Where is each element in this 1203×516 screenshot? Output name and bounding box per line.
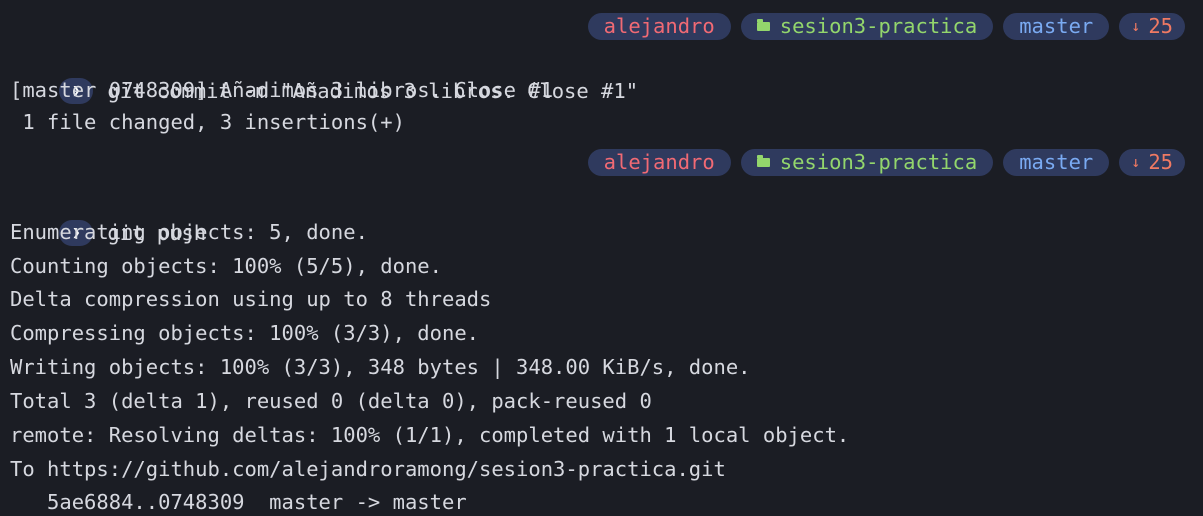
directory-segment: sesion3-practica <box>740 12 994 40</box>
behind-segment: ↓ 25 <box>1119 12 1185 40</box>
arrow-down-icon: ↓ <box>1131 16 1141 35</box>
output-line: 1 file changed, 3 insertions(+) <box>10 110 405 134</box>
directory-label: sesion3-practica <box>779 149 978 174</box>
branch-segment: master <box>1003 148 1110 176</box>
output-line: Compressing objects: 100% (3/3), done. <box>10 321 479 345</box>
folder-icon <box>756 18 770 31</box>
branch-label: master <box>1019 149 1094 174</box>
output-line: Counting objects: 100% (5/5), done. <box>10 254 442 278</box>
arrow-down-icon: ↓ <box>1131 152 1141 171</box>
output-line: Total 3 (delta 1), reused 0 (delta 0), p… <box>10 389 652 413</box>
behind-count: 25 <box>1148 149 1173 174</box>
output-line: 5ae6884..0748309 master -> master <box>10 490 467 514</box>
output-line: remote: Resolving deltas: 100% (1/1), co… <box>10 423 850 447</box>
behind-count: 25 <box>1148 13 1173 38</box>
user-label: alejandro <box>603 13 715 38</box>
prompt-status-bar: alejandro sesion3-practica master ↓ 25 <box>0 146 1203 178</box>
command-line: ❯ git commit -m "Añadimos 3 libros. Close… <box>0 42 1203 104</box>
output-line: Enumerating objects: 5, done. <box>10 220 368 244</box>
folder-icon <box>756 154 770 167</box>
output-line: To https://github.com/alejandroramong/se… <box>10 457 726 481</box>
branch-segment: master <box>1003 12 1110 40</box>
user-label: alejandro <box>603 149 715 174</box>
output-line: Delta compression using up to 8 threads <box>10 287 492 311</box>
terminal-window[interactable]: alejandro sesion3-practica master ↓ 25 ❯… <box>0 0 1203 516</box>
behind-segment: ↓ 25 <box>1119 148 1185 176</box>
output-line: [master 0748309] Añadimos 3 libros. Clos… <box>10 78 554 102</box>
user-segment: alejandro <box>587 148 731 176</box>
output-line: Writing objects: 100% (3/3), 348 bytes |… <box>10 355 751 379</box>
directory-label: sesion3-practica <box>779 13 978 38</box>
branch-label: master <box>1019 13 1094 38</box>
command-line: ❯ git push <box>0 184 1203 246</box>
user-segment: alejandro <box>587 12 731 40</box>
directory-segment: sesion3-practica <box>740 148 994 176</box>
prompt-status-bar: alejandro sesion3-practica master ↓ 25 <box>0 10 1203 42</box>
